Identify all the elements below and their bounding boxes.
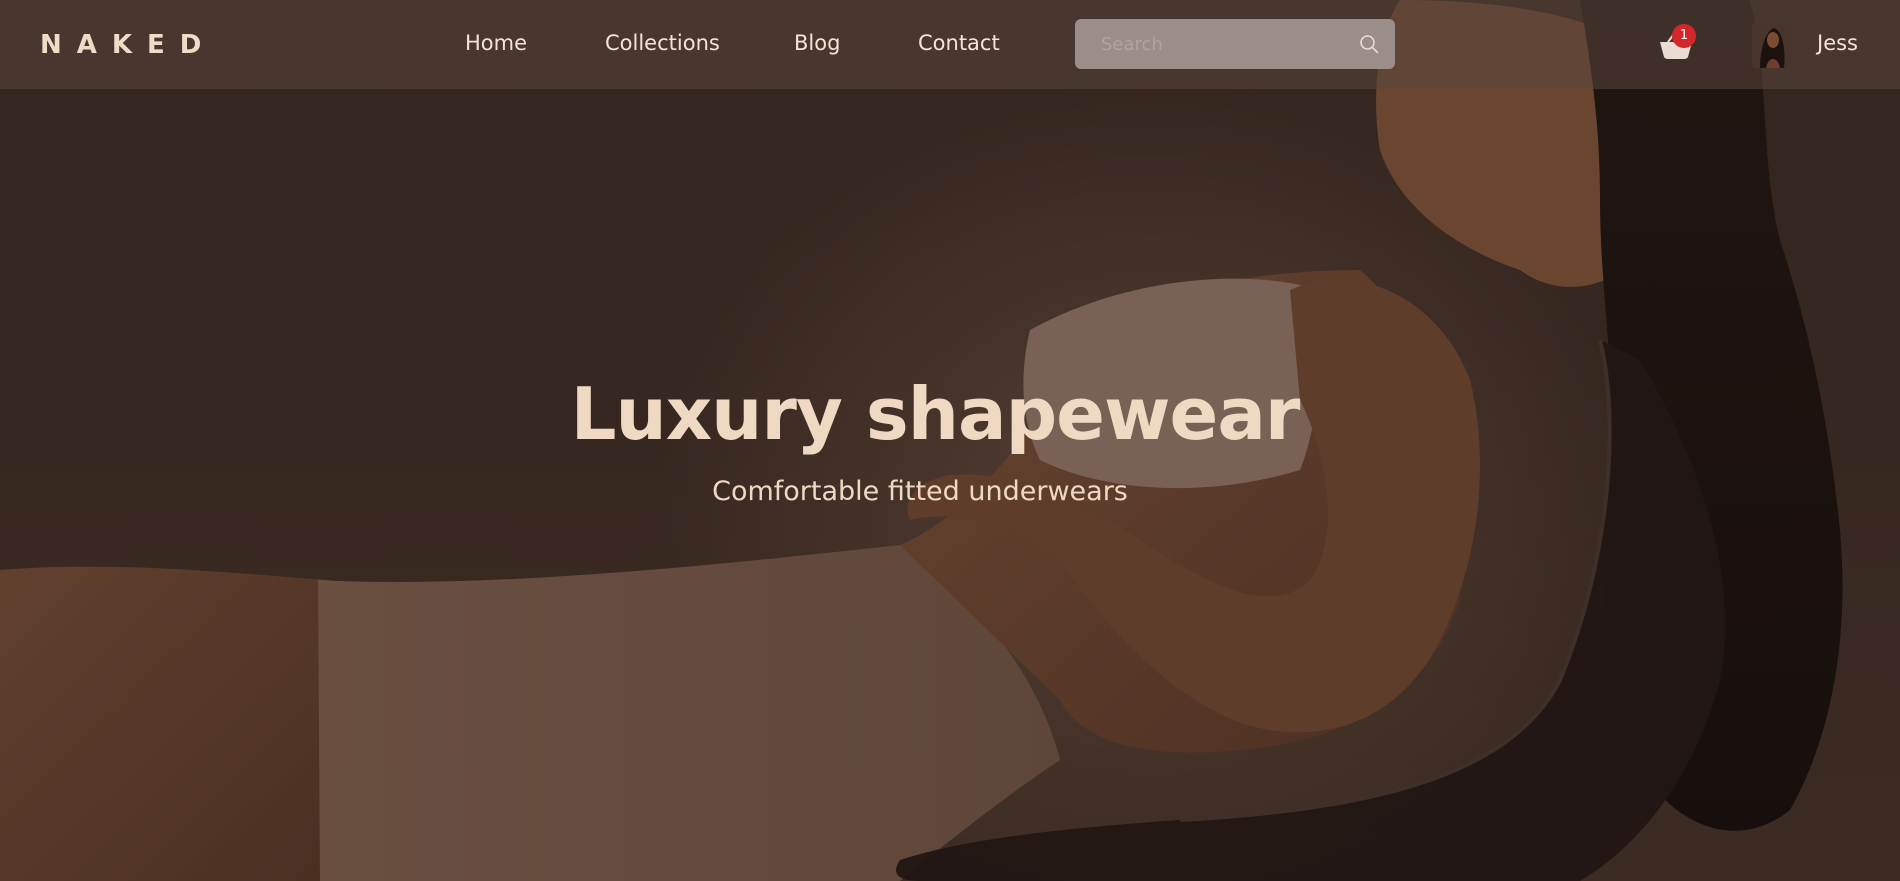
nav-item-contact[interactable]: Contact (918, 31, 1000, 55)
search-box (1075, 19, 1395, 69)
nav-item-home[interactable]: Home (465, 31, 527, 55)
user-name[interactable]: Jess (1817, 31, 1858, 55)
site-header: NAKED Home Collections Blog Contact 1 (0, 0, 1900, 89)
avatar[interactable] (1752, 22, 1792, 68)
hero-subtitle: Comfortable fitted underwears (712, 476, 1128, 507)
avatar-image (1752, 22, 1792, 68)
search-input[interactable] (1075, 19, 1355, 69)
page: NAKED Home Collections Blog Contact 1 (0, 0, 1900, 881)
search-icon[interactable] (1359, 34, 1379, 54)
cart-button[interactable]: 1 (1656, 24, 1700, 64)
nav-item-collections[interactable]: Collections (605, 31, 720, 55)
cart-count-badge: 1 (1672, 24, 1696, 48)
brand-logo[interactable]: NAKED (40, 30, 216, 60)
hero-title: Luxury shapewear (570, 372, 1301, 456)
nav-item-blog[interactable]: Blog (794, 31, 840, 55)
